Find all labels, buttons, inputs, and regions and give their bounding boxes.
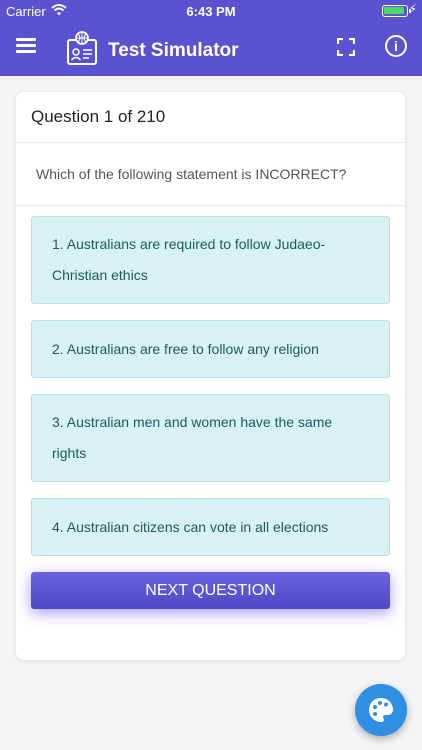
menu-icon[interactable] — [16, 38, 36, 54]
question-card: Question 1 of 210 Which of the following… — [16, 92, 405, 660]
theme-button[interactable] — [355, 684, 407, 736]
answer-option-1[interactable]: 1. Australians are required to follow Ju… — [31, 216, 390, 304]
app-logo-icon — [67, 31, 97, 65]
charging-icon: ⚡ — [408, 2, 417, 16]
battery-icon — [382, 5, 411, 17]
fullscreen-icon[interactable] — [337, 38, 355, 56]
page-title: Test Simulator — [108, 40, 239, 61]
info-icon[interactable]: i — [385, 35, 407, 57]
answer-option-2[interactable]: 2. Australians are free to follow any re… — [31, 320, 390, 378]
answer-option-4[interactable]: 4. Australian citizens can vote in all e… — [31, 498, 390, 556]
palette-icon — [369, 698, 393, 722]
question-text: Which of the following statement is INCO… — [16, 143, 405, 206]
toolbar: Test Simulator i — [0, 22, 422, 76]
next-question-button[interactable]: NEXT QUESTION — [31, 572, 390, 609]
answer-options: 1. Australians are required to follow Ju… — [16, 206, 405, 556]
answer-option-3[interactable]: 3. Australian men and women have the sam… — [31, 394, 390, 482]
question-counter: Question 1 of 210 — [16, 92, 405, 143]
app-header: Carrier 6:43 PM ⚡ Test Simulator i — [0, 0, 422, 76]
status-bar: Carrier 6:43 PM ⚡ — [0, 0, 422, 22]
status-time: 6:43 PM — [186, 4, 236, 19]
